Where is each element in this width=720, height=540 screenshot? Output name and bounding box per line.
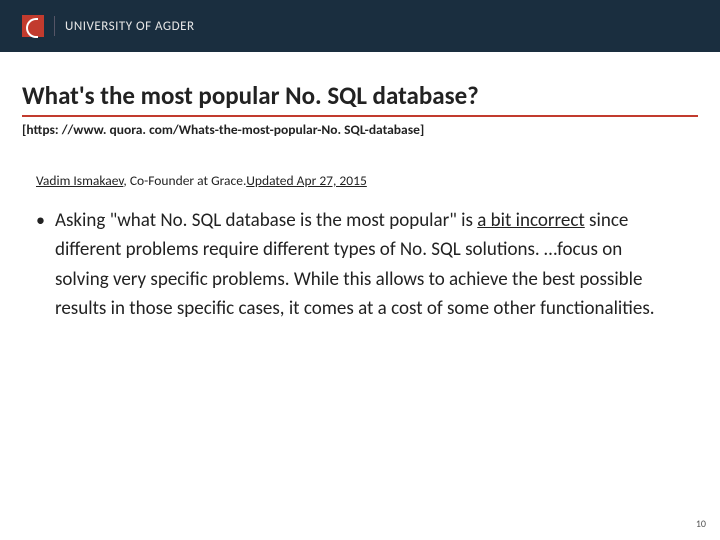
author-line: Vadim Ismakaev, Co-Founder at Grace.Upda… (36, 172, 367, 189)
author-name: Vadim Ismakaev (36, 172, 123, 189)
body-paragraph: Asking "what No. SQL database is the mos… (55, 206, 680, 324)
logo-divider (54, 16, 55, 36)
logo-mark-icon (22, 15, 44, 37)
body-pre: Asking "what No. SQL database is the mos… (55, 209, 477, 232)
page-number: 10 (696, 517, 706, 530)
body-content: • Asking "what No. SQL database is the m… (36, 206, 680, 324)
source-url: [https: //www. quora. com/Whats-the-most… (22, 121, 698, 138)
institution-name: UNIVERSITY OF AGDER (65, 19, 195, 34)
title-block: What's the most popular No. SQL database… (22, 80, 698, 138)
bullet-item: • Asking "what No. SQL database is the m… (36, 206, 680, 324)
body-underlined: a bit incorrect (477, 209, 585, 232)
author-updated: Updated Apr 27, 2015 (246, 172, 367, 189)
header-bar: UNIVERSITY OF AGDER (0, 0, 720, 52)
institution-logo: UNIVERSITY OF AGDER (22, 15, 195, 37)
bullet-icon: • (36, 206, 45, 234)
author-role: , Co-Founder at Grace. (123, 172, 246, 189)
slide: UNIVERSITY OF AGDER What's the most popu… (0, 0, 720, 540)
slide-title: What's the most popular No. SQL database… (22, 80, 698, 117)
